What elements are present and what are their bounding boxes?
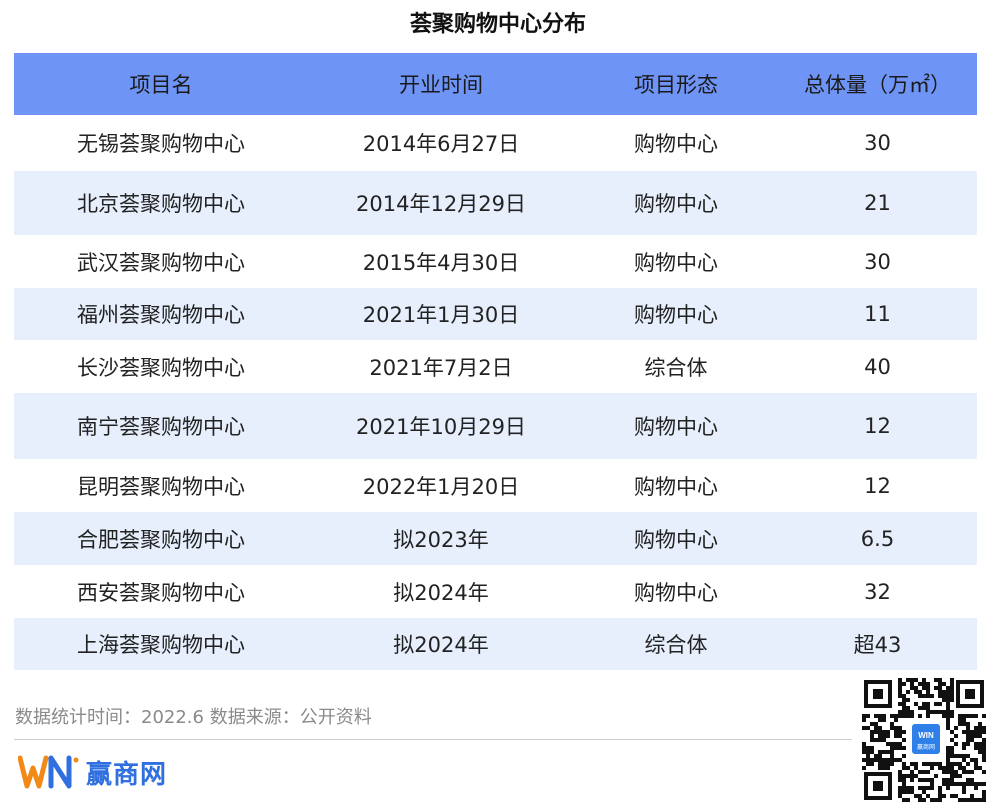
cell-opening-date: 2015年4月30日 (308, 235, 574, 288)
cell-project-name: 福州荟聚购物中心 (14, 288, 308, 340)
mall-distribution-table: 项目名 开业时间 项目形态 总体量（万㎡） 无锡荟聚购物中心 2014年6月27… (14, 53, 977, 670)
table-row: 北京荟聚购物中心 2014年12月29日 购物中心 21 (14, 171, 977, 235)
table-row: 无锡荟聚购物中心 2014年6月27日 购物中心 30 (14, 115, 977, 171)
cell-total-area: 超43 (778, 618, 977, 670)
table-row: 昆明荟聚购物中心 2022年1月20日 购物中心 12 (14, 459, 977, 512)
brand-name: 赢商网 (86, 759, 168, 790)
cell-project-type: 购物中心 (574, 235, 778, 288)
cell-project-name: 武汉荟聚购物中心 (14, 235, 308, 288)
cell-project-type: 购物中心 (574, 288, 778, 340)
cell-opening-date: 2021年7月2日 (308, 340, 574, 393)
table-row: 西安荟聚购物中心 拟2024年 购物中心 32 (14, 565, 977, 618)
cell-project-name: 南宁荟聚购物中心 (14, 393, 308, 459)
brand-logo[interactable]: 赢商网 (18, 752, 167, 792)
table-header-row: 项目名 开业时间 项目形态 总体量（万㎡） (14, 53, 977, 115)
page-title: 荟聚购物中心分布 (409, 12, 586, 37)
cell-project-type: 购物中心 (574, 115, 778, 171)
cell-total-area: 40 (778, 340, 977, 393)
qr-badge-mark: WIN (918, 731, 934, 740)
cell-project-name: 西安荟聚购物中心 (14, 565, 308, 618)
cell-total-area: 32 (778, 565, 977, 618)
cell-project-type: 购物中心 (574, 565, 778, 618)
cell-total-area: 30 (778, 115, 977, 171)
cell-total-area: 30 (778, 235, 977, 288)
cell-project-type: 购物中心 (574, 512, 778, 565)
cell-opening-date: 拟2024年 (308, 565, 574, 618)
cell-total-area: 6.5 (778, 512, 977, 565)
cell-project-name: 长沙荟聚购物中心 (14, 340, 308, 393)
table-row: 南宁荟聚购物中心 2021年10月29日 购物中心 12 (14, 393, 977, 459)
cell-project-type: 购物中心 (574, 171, 778, 235)
cell-opening-date: 2022年1月20日 (308, 459, 574, 512)
qr-badge-caption: 赢商网 (917, 743, 935, 751)
cell-opening-date: 2014年6月27日 (308, 115, 574, 171)
cell-opening-date: 2014年12月29日 (308, 171, 574, 235)
cell-opening-date: 2021年10月29日 (308, 393, 574, 459)
cell-total-area: 21 (778, 171, 977, 235)
header-project-name: 项目名 (14, 53, 308, 115)
cell-opening-date: 拟2023年 (308, 512, 574, 565)
table-row: 福州荟聚购物中心 2021年1月30日 购物中心 11 (14, 288, 977, 340)
cell-total-area: 11 (778, 288, 977, 340)
table-row: 长沙荟聚购物中心 2021年7月2日 综合体 40 (14, 340, 977, 393)
cell-project-type: 购物中心 (574, 393, 778, 459)
winshang-logo-icon (18, 755, 79, 789)
cell-total-area: 12 (778, 393, 977, 459)
cell-project-type: 综合体 (574, 340, 778, 393)
cell-project-name: 合肥荟聚购物中心 (14, 512, 308, 565)
qr-code[interactable]: WIN 赢商网 (862, 678, 986, 802)
cell-total-area: 12 (778, 459, 977, 512)
cell-project-name: 上海荟聚购物中心 (14, 618, 308, 670)
table-row: 合肥荟聚购物中心 拟2023年 购物中心 6.5 (14, 512, 977, 565)
qr-code-icon: WIN 赢商网 (862, 678, 986, 802)
cell-project-type: 综合体 (574, 618, 778, 670)
table-row: 上海荟聚购物中心 拟2024年 综合体 超43 (14, 618, 977, 670)
footer-divider (14, 739, 852, 740)
data-source-note: 数据统计时间：2022.6 数据来源：公开资料 (15, 707, 372, 728)
header-project-type: 项目形态 (574, 53, 778, 115)
header-opening-date: 开业时间 (308, 53, 574, 115)
table-row: 武汉荟聚购物中心 2015年4月30日 购物中心 30 (14, 235, 977, 288)
cell-project-type: 购物中心 (574, 459, 778, 512)
cell-opening-date: 拟2024年 (308, 618, 574, 670)
cell-project-name: 昆明荟聚购物中心 (14, 459, 308, 512)
cell-opening-date: 2021年1月30日 (308, 288, 574, 340)
cell-project-name: 北京荟聚购物中心 (14, 171, 308, 235)
header-total-area: 总体量（万㎡） (778, 53, 977, 115)
cell-project-name: 无锡荟聚购物中心 (14, 115, 308, 171)
